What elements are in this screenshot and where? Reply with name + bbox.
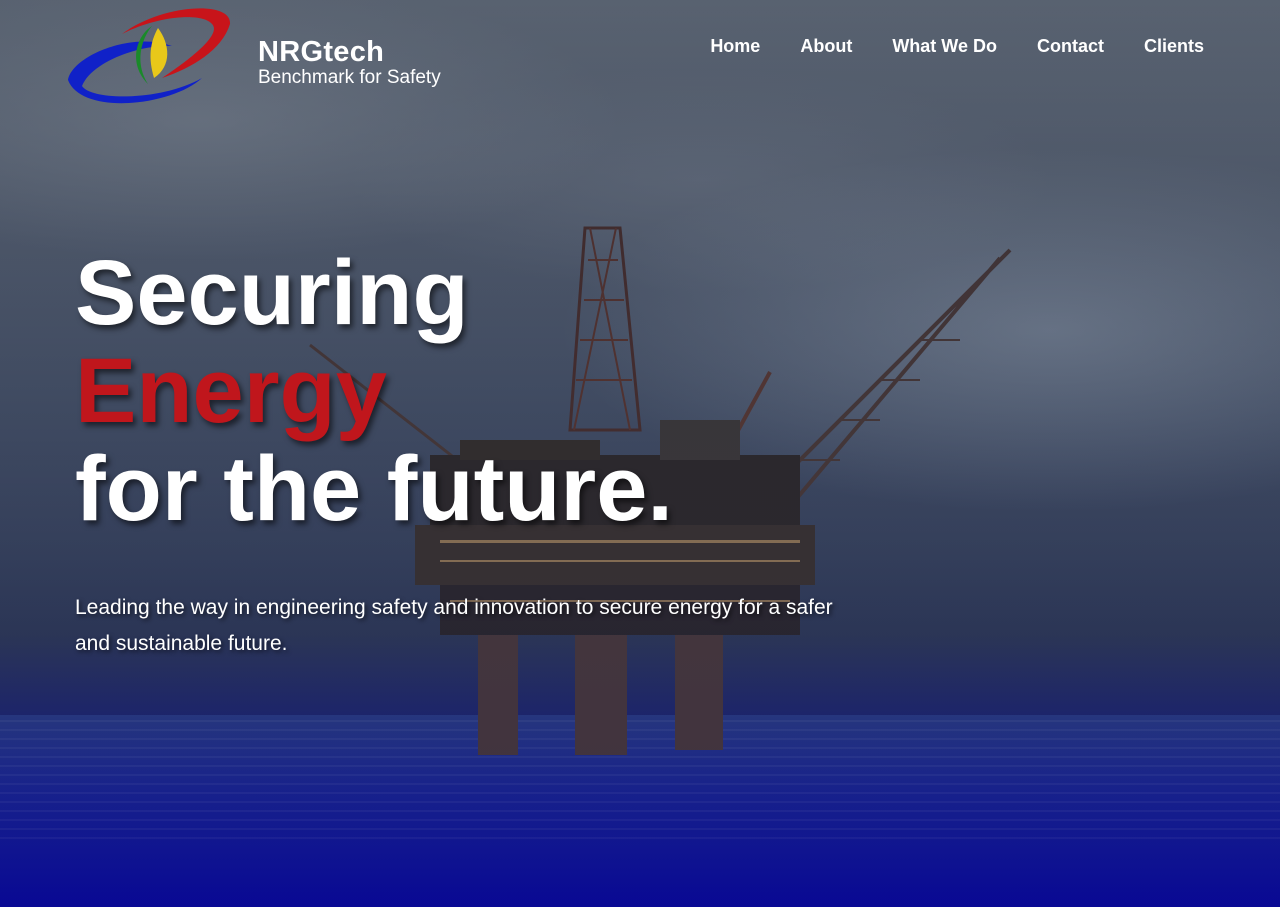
main-nav: Home About What We Do Contact Clients — [710, 36, 1204, 57]
hero-headline: Securing Energy for the future. — [75, 244, 673, 538]
hero-subtext: Leading the way in engineering safety an… — [75, 596, 833, 655]
nav-what-we-do[interactable]: What We Do — [892, 36, 997, 57]
nav-home[interactable]: Home — [710, 36, 760, 57]
headline-line-3: for the future. — [75, 438, 673, 540]
headline-line-2: Energy — [75, 340, 387, 442]
nav-contact[interactable]: Contact — [1037, 36, 1104, 57]
hero-section: NRGtech Benchmark for Safety Home About … — [0, 0, 1280, 907]
nrgtech-logo[interactable] — [62, 6, 232, 106]
nav-clients[interactable]: Clients — [1144, 36, 1204, 57]
nav-about[interactable]: About — [800, 36, 852, 57]
brand-name[interactable]: NRGtech — [258, 36, 384, 69]
headline-line-1: Securing — [75, 242, 469, 344]
brand-tagline: Benchmark for Safety — [258, 67, 441, 88]
